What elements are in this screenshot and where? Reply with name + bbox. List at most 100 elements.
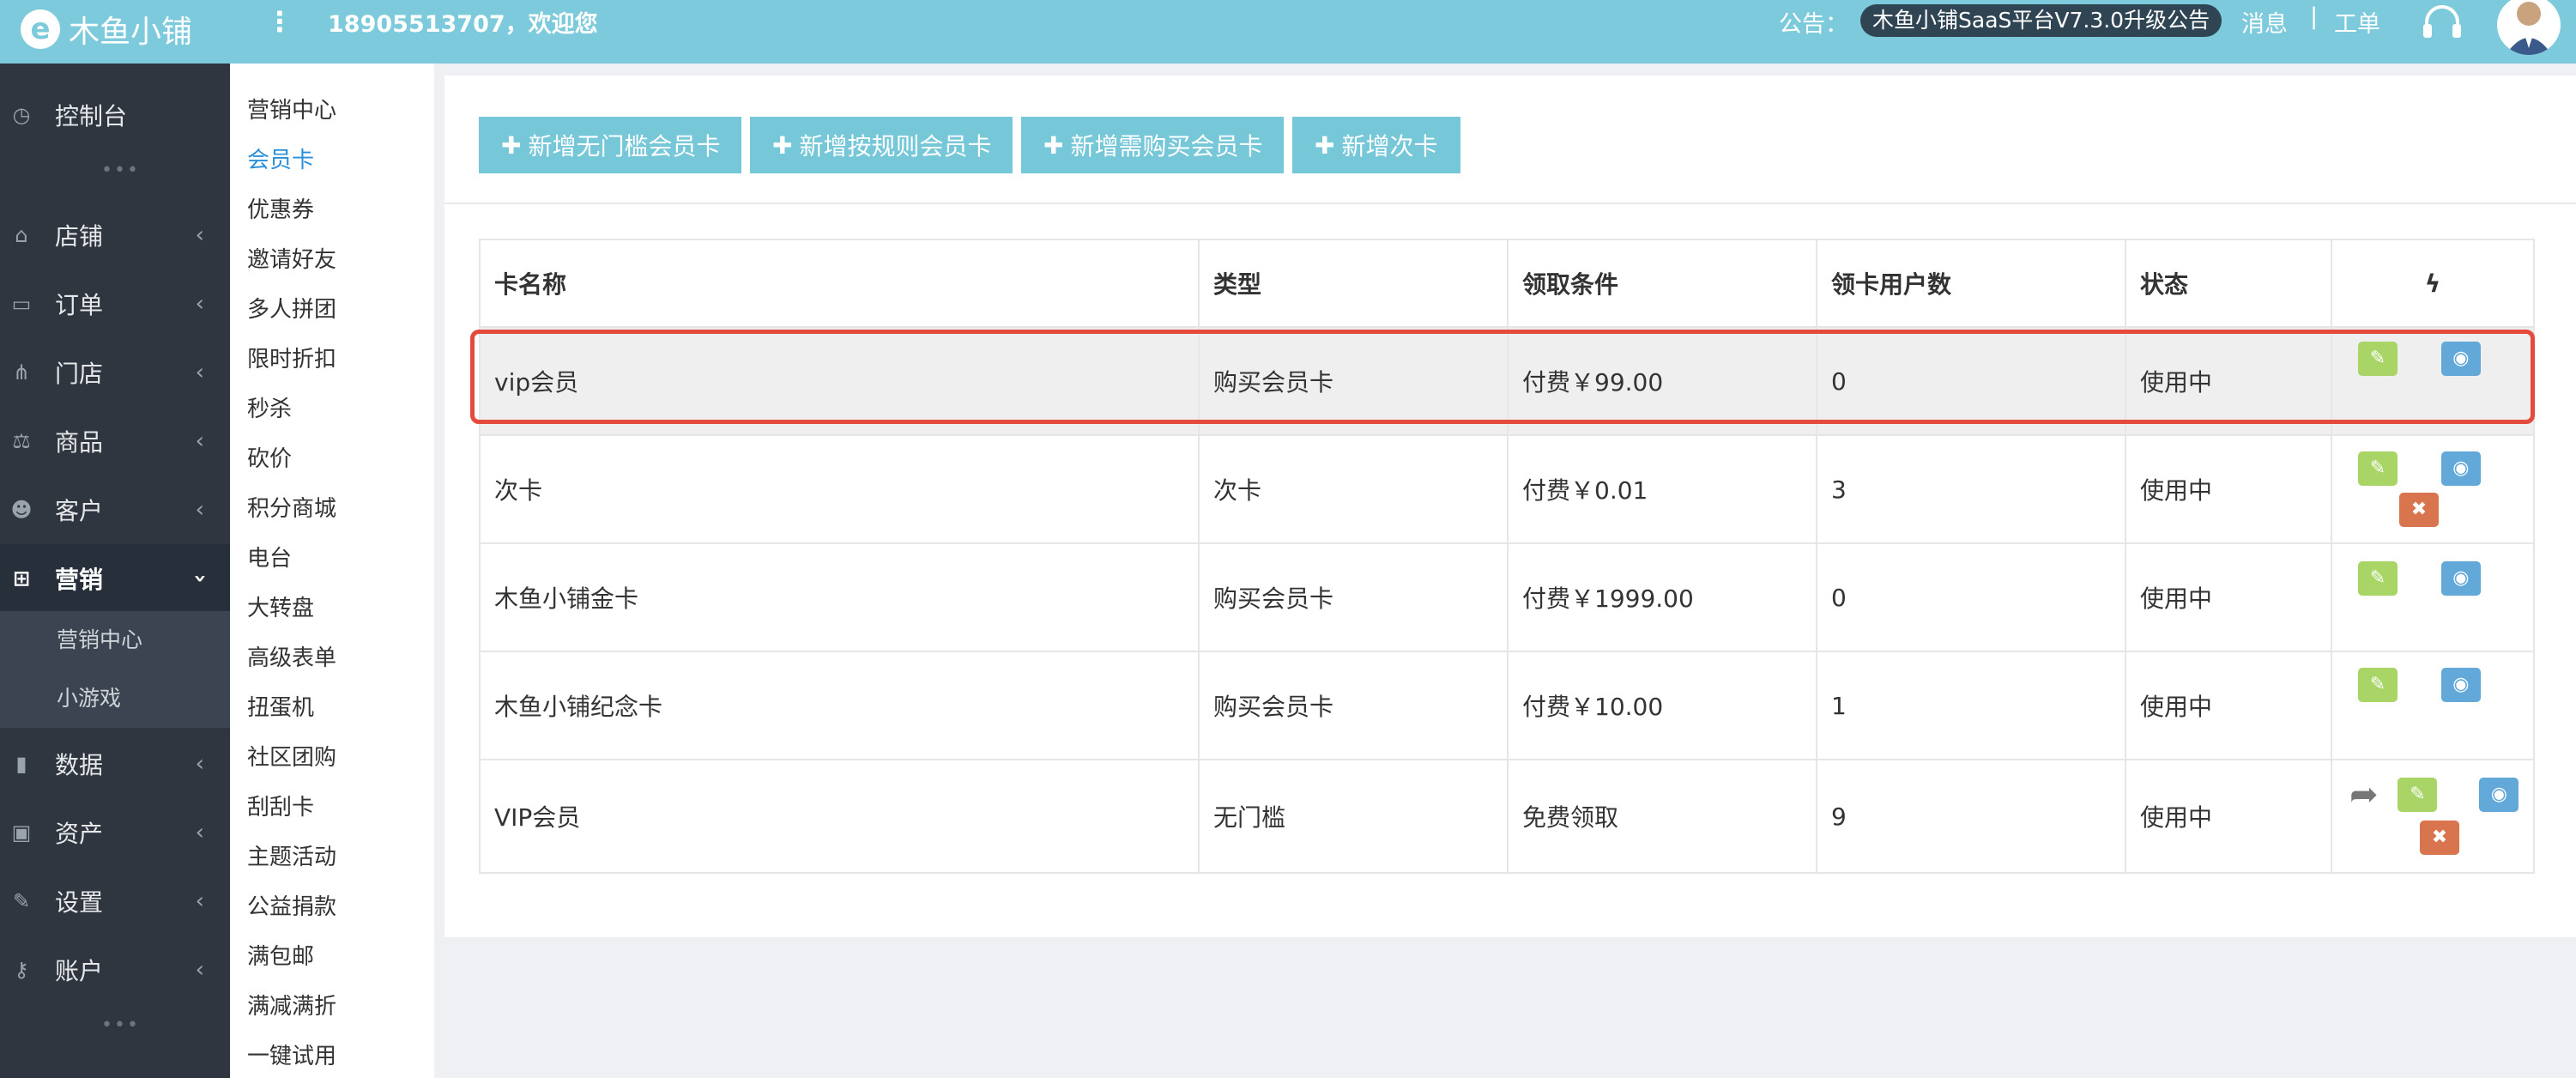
cell-operations: ➦ ✎ ◉ ✖ xyxy=(2331,759,2535,874)
member-card-table: 卡名称 类型 领取条件 领卡用户数 状态 ϟ vip会员 购买会员卡 付费￥99… xyxy=(479,239,2535,874)
cell-user-count: 0 xyxy=(1816,542,2126,652)
sidebar-item-account[interactable]: ⚷ 账户 ‹ xyxy=(0,936,230,1004)
submenu-item-bargain[interactable]: 砍价 xyxy=(247,441,292,473)
sidebar-item-data[interactable]: ▮ 数据 ‹ xyxy=(0,730,230,798)
submenu-item-one-click-trial[interactable]: 一键试用 xyxy=(247,1039,336,1070)
lightning-icon: ϟ xyxy=(2424,269,2441,298)
sidebar-item-marketing[interactable]: ⊞ 营销 ‹ xyxy=(0,544,230,613)
sidebar-item-goods[interactable]: ⚖ 商品 ‹ xyxy=(0,407,230,475)
share-icon[interactable]: ➦ xyxy=(2349,778,2379,812)
table-row: 木鱼小铺纪念卡 购买会员卡 付费￥10.00 1 使用中 ✎ ◉ xyxy=(479,651,2535,760)
headset-icon[interactable] xyxy=(2420,2,2464,43)
submenu-item-points-mall[interactable]: 积分商城 xyxy=(247,491,336,523)
welcome-text: 18905513707，欢迎您 xyxy=(328,11,598,38)
submenu-item-seckill[interactable]: 秒杀 xyxy=(247,391,292,423)
top-bar: e 木鱼小铺 ⋮ 18905513707，欢迎您 公告： 木鱼小铺SaaS平台V… xyxy=(0,0,2576,64)
header-status: 状态 xyxy=(2125,239,2332,328)
view-button[interactable]: ◉ xyxy=(2440,668,2481,702)
submenu-item-free-shipping[interactable]: 满包邮 xyxy=(247,939,314,971)
delete-button[interactable]: ✖ xyxy=(2420,821,2459,855)
key-icon: ⚷ xyxy=(14,958,29,982)
cell-operations: ✎ ◉ xyxy=(2331,326,2535,436)
submenu-item-theme-activity[interactable]: 主题活动 xyxy=(247,839,336,871)
delete-button[interactable]: ✖ xyxy=(2399,493,2439,527)
sidebar-item-dashboard[interactable]: ◷ 控制台 xyxy=(0,81,230,149)
eye-icon: ◉ xyxy=(2452,567,2470,589)
submenu-item-community-buy[interactable]: 社区团购 xyxy=(247,740,336,772)
submenu-item-advanced-form[interactable]: 高级表单 xyxy=(247,640,336,672)
sidebar-item-order[interactable]: ▭ 订单 ‹ xyxy=(0,270,230,338)
sidebar-item-store[interactable]: ⌂ 店铺 ‹ xyxy=(0,201,230,270)
header-user-count: 领卡用户数 xyxy=(1816,239,2126,328)
store-icon: ⌂ xyxy=(15,223,28,247)
sidebar-item-branch[interactable]: ⋔ 门店 ‹ xyxy=(0,338,230,407)
submenu-item-member-card[interactable]: 会员卡 xyxy=(247,142,314,174)
submenu-item-group-buy[interactable]: 多人拼团 xyxy=(247,292,336,324)
submenu-item-marketing-center[interactable]: 营销中心 xyxy=(247,93,336,124)
sidebar-item-settings[interactable]: ✎ 设置 ‹ xyxy=(0,867,230,936)
add-rule-card-button[interactable]: ✚ 新增按规则会员卡 xyxy=(750,117,1013,173)
sidebar-subgroup: 营销中心 小游戏 xyxy=(0,611,230,728)
submenu-item-invite[interactable]: 邀请好友 xyxy=(247,242,336,274)
logo-icon: e xyxy=(21,9,60,49)
cell-condition: 付费￥0.01 xyxy=(1507,434,1817,544)
cell-status: 使用中 xyxy=(2125,759,2332,874)
cell-status: 使用中 xyxy=(2125,651,2332,760)
submenu-item-flash-discount[interactable]: 限时折扣 xyxy=(247,342,336,373)
sidebar-item-customer[interactable]: ☻ 客户 ‹ xyxy=(0,475,230,544)
messages-link[interactable]: 消息 xyxy=(2241,5,2288,39)
close-icon: ✖ xyxy=(2410,499,2428,520)
header-card-name: 卡名称 xyxy=(479,239,1200,328)
cell-operations: ✎ ◉ ✖ xyxy=(2331,434,2535,544)
chevron-left-icon: ‹ xyxy=(195,222,204,248)
submenu-item-full-reduction[interactable]: 满减满折 xyxy=(247,989,336,1020)
order-icon: ▭ xyxy=(11,292,32,316)
edit-button[interactable]: ✎ xyxy=(2358,561,2398,596)
table-row: 木鱼小铺金卡 购买会员卡 付费￥1999.00 0 使用中 ✎ ◉ xyxy=(479,542,2535,652)
add-free-card-button[interactable]: ✚ 新增无门槛会员卡 xyxy=(479,117,741,173)
chevron-left-icon: ‹ xyxy=(195,888,204,914)
edit-button[interactable]: ✎ xyxy=(2358,668,2398,702)
add-paid-card-button[interactable]: ✚ 新增需购买会员卡 xyxy=(1021,117,1284,173)
submenu-item-gashapon[interactable]: 扭蛋机 xyxy=(247,690,314,722)
header-operations: ϟ xyxy=(2331,239,2535,328)
pencil-icon: ✎ xyxy=(2369,348,2386,369)
submenu-item-donation[interactable]: 公益捐款 xyxy=(247,889,336,921)
edit-button[interactable]: ✎ xyxy=(2358,451,2398,486)
edit-button[interactable]: ✎ xyxy=(2398,778,2438,812)
submenu-item-wheel[interactable]: 大转盘 xyxy=(247,590,314,622)
plus-icon: ✚ xyxy=(772,130,793,160)
edit-button[interactable]: ✎ xyxy=(2358,342,2398,376)
pencil-icon: ✎ xyxy=(2369,567,2386,589)
logo[interactable]: e 木鱼小铺 xyxy=(21,5,192,53)
plus-icon: ✚ xyxy=(501,130,522,160)
tickets-link[interactable]: 工单 xyxy=(2334,5,2380,39)
add-times-card-button[interactable]: ✚ 新增次卡 xyxy=(1292,117,1460,173)
sidebar-item-assets[interactable]: ▣ 资产 ‹ xyxy=(0,798,230,867)
submenu-item-coupon[interactable]: 优惠券 xyxy=(247,192,314,224)
notice-link[interactable]: 木鱼小铺SaaS平台V7.3.0升级公告 xyxy=(1860,4,2222,37)
notice-label: 公告： xyxy=(1779,11,1848,38)
plus-icon: ✚ xyxy=(1043,130,1064,160)
money-icon: ▣ xyxy=(11,821,32,845)
avatar[interactable] xyxy=(2497,0,2561,55)
cell-card-name: vip会员 xyxy=(479,326,1200,436)
sidebar-sub-item-marketing-center[interactable]: 营销中心 xyxy=(57,623,142,654)
eye-icon: ◉ xyxy=(2452,457,2470,479)
submenu-item-scratch-card[interactable]: 刮刮卡 xyxy=(247,790,314,821)
branch-icon: ⋔ xyxy=(12,360,31,385)
kebab-menu-icon[interactable]: ⋮ xyxy=(266,5,293,38)
table-row: 次卡 次卡 付费￥0.01 3 使用中 ✎ ◉ ✖ xyxy=(479,434,2535,544)
sidebar-sub-item-minigame[interactable]: 小游戏 xyxy=(57,681,121,712)
marketing-submenu: 营销中心 会员卡 优惠券 邀请好友 多人拼团 限时折扣 秒杀 砍价 积分商城 电… xyxy=(230,64,434,1078)
view-button[interactable]: ◉ xyxy=(2440,342,2481,376)
sidebar-dots-bottom: ••• xyxy=(101,1014,140,1036)
submenu-item-radio[interactable]: 电台 xyxy=(247,541,292,572)
view-button[interactable]: ◉ xyxy=(2440,561,2481,596)
view-button[interactable]: ◉ xyxy=(2479,778,2519,812)
cell-type: 无门槛 xyxy=(1198,759,1509,874)
pencil-icon: ✎ xyxy=(2410,784,2426,805)
view-button[interactable]: ◉ xyxy=(2440,451,2481,486)
cell-condition: 付费￥99.00 xyxy=(1507,326,1817,436)
pencil-icon: ✎ xyxy=(2369,457,2386,479)
